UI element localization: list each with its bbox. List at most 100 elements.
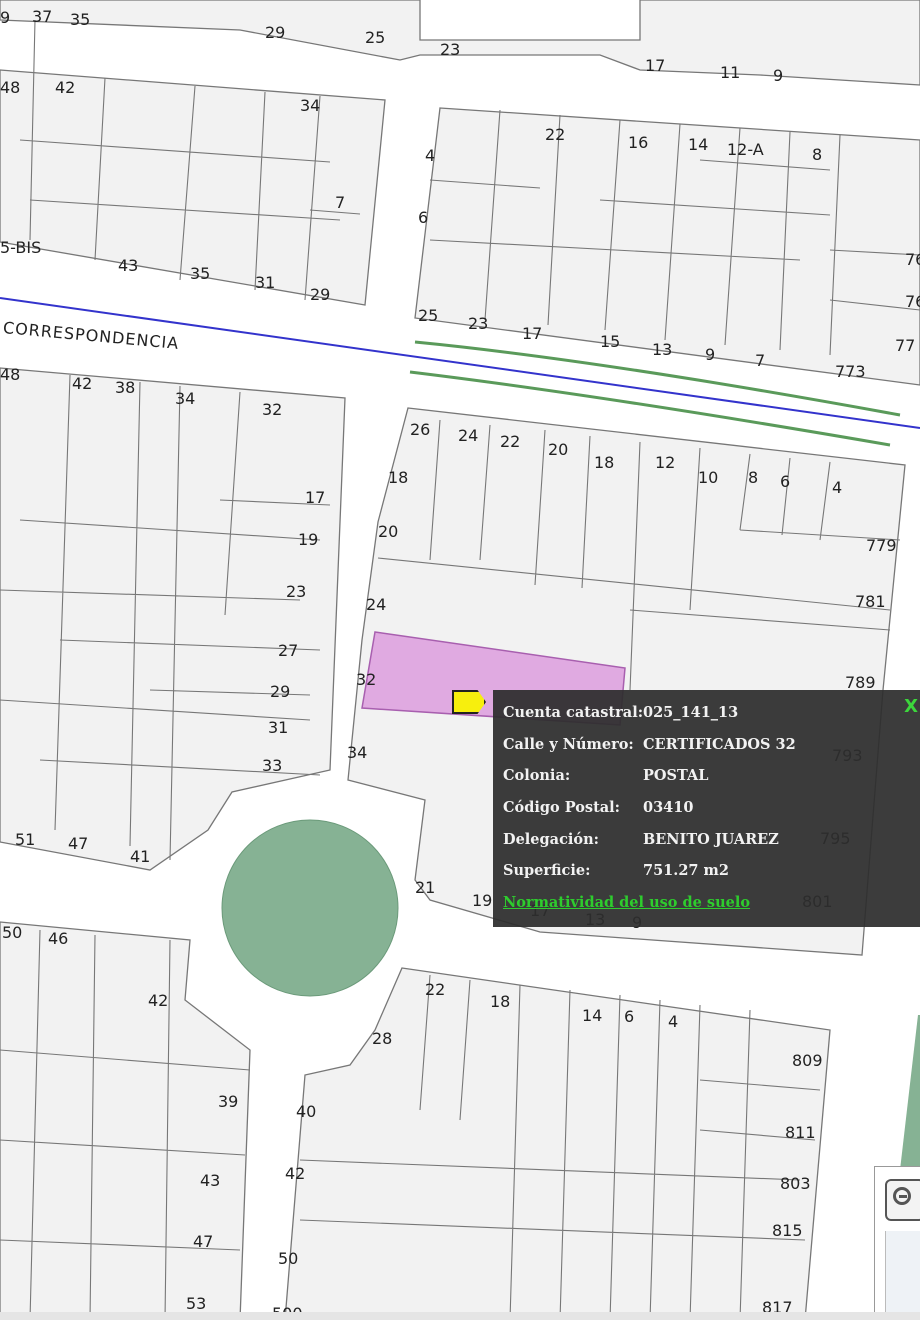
lot-number-label: 29 (270, 682, 291, 701)
lot-number-label: 789 (845, 673, 876, 692)
lot-number-label: 781 (855, 592, 886, 611)
lot-number-label: 42 (55, 78, 76, 97)
lot-number-label: 7 (335, 193, 346, 212)
lot-number-label: 76 (905, 292, 920, 311)
lot-number-label: 47 (193, 1232, 214, 1251)
lot-number-label: 17 (522, 324, 543, 343)
lot-number-label: 28 (372, 1029, 393, 1048)
lot-number-label: 18 (388, 468, 409, 487)
lot-number-label: 34 (300, 96, 321, 115)
popup-label: Calle y Número: (503, 736, 634, 753)
lot-number-label: 51 (15, 830, 36, 849)
lot-number-label: 39 (218, 1092, 239, 1111)
lot-number-label: 9 (705, 345, 716, 364)
lot-number-label: 12 (655, 453, 676, 472)
popup-value: BENITO JUAREZ (643, 831, 779, 848)
lot-number-label: 31 (268, 718, 289, 737)
lot-number-label: 37 (32, 7, 53, 26)
lot-number-label: 50 (2, 923, 23, 942)
popup-value: 751.27 m2 (643, 862, 729, 879)
lot-number-label: 42 (148, 991, 169, 1010)
lot-number-label: 4 (832, 478, 843, 497)
popup-label: Cuenta catastral: (503, 704, 644, 721)
lot-number-label: 8 (812, 145, 823, 164)
lot-number-label: 25 (418, 306, 439, 325)
lot-number-label: 47 (68, 834, 89, 853)
lot-number-label: 6 (624, 1007, 635, 1026)
lot-number-label: 22 (425, 980, 446, 999)
lot-number-label: 35 (70, 10, 91, 29)
lot-number-label: 25 (365, 28, 386, 47)
lot-number-label: 6 (418, 208, 429, 227)
lot-number-label: 77 (895, 336, 916, 355)
lot-number-label: 46 (48, 929, 69, 948)
lot-number-label: 20 (378, 522, 399, 541)
lot-number-label: 29 (310, 285, 331, 304)
popup-label: Código Postal: (503, 799, 621, 816)
lot-number-label: 24 (366, 595, 387, 614)
lot-number-label: 34 (347, 743, 368, 762)
popup-value: 03410 (643, 799, 694, 816)
lot-number-label: 18 (490, 992, 511, 1011)
info-popup: Cuenta catastral: 025_141_13 Calle y Núm… (493, 690, 920, 927)
block (0, 367, 346, 871)
lot-number-label: 76 (905, 250, 920, 269)
lot-number-label: 9 (0, 8, 11, 27)
lot-number-label: 13 (652, 340, 673, 359)
lot-number-label: 809 (792, 1051, 823, 1070)
lot-number-label: 33 (262, 756, 283, 775)
lot-number-label: 815 (772, 1221, 803, 1240)
lot-number-label: 41 (130, 847, 151, 866)
lot-number-label: 8 (748, 468, 759, 487)
lot-number-label: 14 (688, 135, 709, 154)
lot-number-label: 40 (296, 1102, 317, 1121)
lot-number-label: 15 (600, 332, 621, 351)
popup-value: POSTAL (643, 767, 709, 784)
lot-number-label: 50 (278, 1249, 299, 1268)
lot-number-label: 38 (115, 378, 136, 397)
lot-number-label: 18 (594, 453, 615, 472)
block (0, 921, 251, 1320)
lot-number-label: 9 (773, 66, 784, 85)
close-icon[interactable]: X (904, 696, 918, 717)
park-circle (221, 819, 399, 997)
lot-number-label: 12-A (727, 140, 764, 159)
lot-number-label: 4 (668, 1012, 679, 1031)
lot-number-label: 27 (278, 641, 299, 660)
lot-number-label: 43 (118, 256, 139, 275)
lot-number-label: 35 (190, 264, 211, 283)
zoom-out-icon[interactable] (885, 1179, 920, 1221)
lot-number-label: 42 (285, 1164, 306, 1183)
lot-number-label: 43 (200, 1171, 221, 1190)
lot-number-label: 21 (415, 878, 436, 897)
lot-number-label: 23 (440, 40, 461, 59)
lot-number-label: 16 (628, 133, 649, 152)
lot-number-label: 48 (0, 78, 21, 97)
cadastral-map[interactable] (0, 0, 920, 1320)
lot-number-label: 811 (785, 1123, 816, 1142)
lot-number-label: 779 (866, 536, 897, 555)
zoom-control (874, 1166, 920, 1317)
lot-number-label: 17 (305, 488, 326, 507)
lot-number-label: 31 (255, 273, 276, 292)
popup-label: Colonia: (503, 767, 571, 784)
lot-number-label: 24 (458, 426, 479, 445)
lot-number-label: 29 (265, 23, 286, 42)
popup-value: 025_141_13 (643, 704, 739, 721)
lot-number-label: 23 (286, 582, 307, 601)
lot-number-label: 53 (186, 1294, 207, 1313)
lot-number-label: 19 (298, 530, 319, 549)
lot-number-label: 34 (175, 389, 196, 408)
lot-number-label: 4 (425, 146, 436, 165)
lot-number-label: 6 (780, 472, 791, 491)
land-use-link[interactable]: Normatividad del uso de suelo (503, 894, 750, 911)
lot-number-label: 11 (720, 63, 741, 82)
lot-number-label: 10 (698, 468, 719, 487)
lot-number-label: 14 (582, 1006, 603, 1025)
block (284, 967, 831, 1320)
green-strip (900, 1015, 920, 1170)
lot-number-label: 803 (780, 1174, 811, 1193)
lot-number-label: 26 (410, 420, 431, 439)
lot-number-label: 773 (835, 362, 866, 381)
overview-map[interactable] (885, 1231, 920, 1317)
